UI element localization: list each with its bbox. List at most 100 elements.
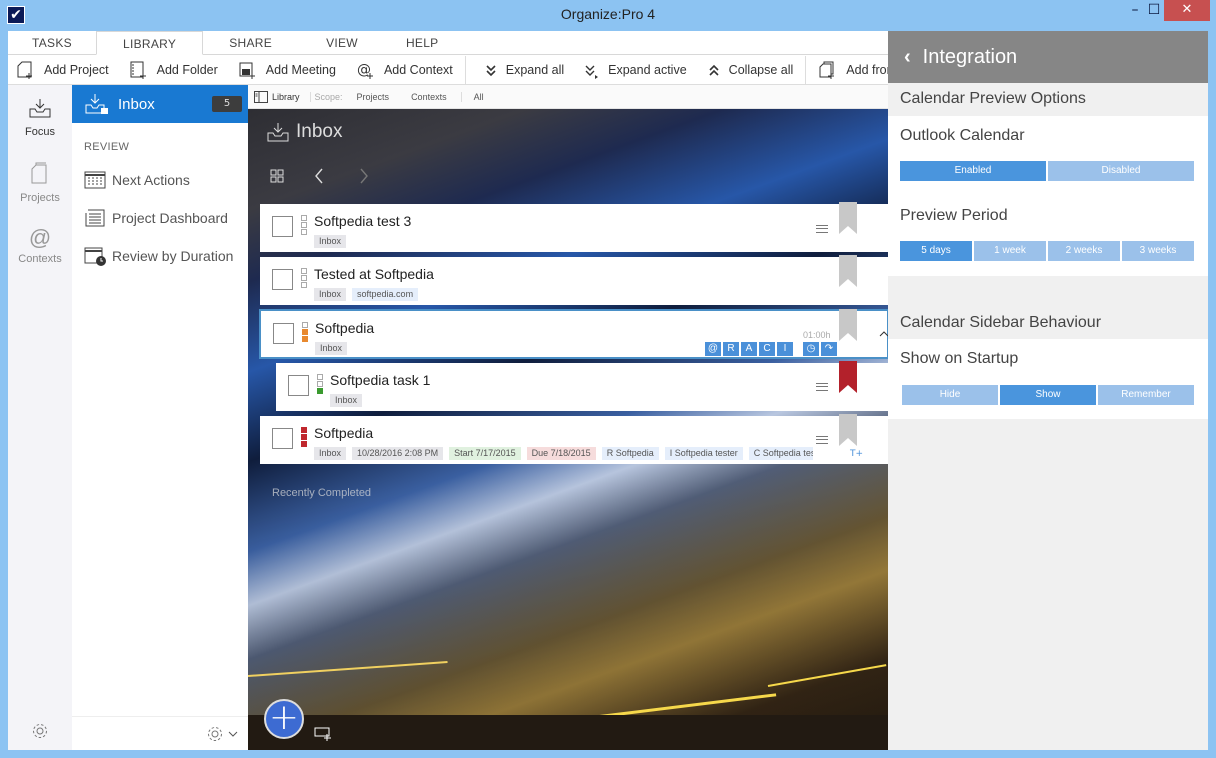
calendar-sidebar-heading: Calendar Sidebar Behaviour (900, 314, 1102, 331)
add-tag-icon[interactable]: T+ (850, 449, 863, 459)
task-checkbox[interactable] (272, 428, 293, 449)
recently-completed-label[interactable]: Recently Completed (272, 487, 371, 499)
settings-gear-icon[interactable] (31, 722, 49, 740)
scope-contexts[interactable]: Contexts (411, 92, 447, 102)
review-by-duration-label: Review by Duration (112, 248, 234, 264)
expand-all-icon (486, 65, 496, 77)
tab-help[interactable]: HELP (386, 31, 459, 55)
tab-library[interactable]: LIBRARY (95, 31, 204, 55)
tag-start-date: Start 7/17/2015 (449, 447, 521, 460)
priority-indicator[interactable] (301, 215, 307, 236)
rail-item-projects[interactable]: Projects (8, 161, 72, 204)
chevron-down-icon[interactable] (228, 730, 238, 738)
add-project-button[interactable]: Add Project (8, 56, 121, 85)
task-row[interactable]: Tested at Softpedia Inbox softpedia.com (260, 257, 888, 305)
outlook-disabled-option[interactable]: Disabled (1048, 161, 1194, 181)
sidebar-settings-gear-icon[interactable] (206, 725, 224, 743)
close-button[interactable]: ✕ (1164, 0, 1210, 21)
raci-buttons: @ R A C I ◷ ↷ (704, 341, 838, 357)
sidebar-item-next-actions[interactable]: Next Actions (84, 170, 190, 190)
repeat-button[interactable]: ↷ (820, 341, 838, 357)
ribbon: TASKS LIBRARY SHARE VIEW HELP Add Projec… (8, 31, 913, 85)
tag-inbox: Inbox (315, 342, 348, 355)
task-title: Softpedia task 1 (330, 372, 431, 388)
add-folder-button[interactable]: Add Folder (121, 56, 230, 85)
period-2-weeks-option[interactable]: 2 weeks (1048, 241, 1120, 261)
notes-icon[interactable] (816, 225, 828, 233)
startup-show-option[interactable]: Show (1000, 385, 1096, 405)
task-checkbox[interactable] (272, 216, 293, 237)
add-context-label: Add Context (383, 63, 453, 77)
collapse-all-icon (709, 64, 719, 76)
chevron-right-icon[interactable] (359, 168, 369, 184)
add-project-label: Add Project (44, 63, 109, 77)
rail-item-focus[interactable]: Focus (8, 97, 72, 138)
tag-inbox: Inbox (314, 235, 347, 248)
tab-view[interactable]: VIEW (298, 31, 386, 55)
integration-title: Integration (922, 45, 1018, 68)
outlook-enabled-option[interactable]: Enabled (900, 161, 1046, 181)
add-window-icon[interactable] (314, 727, 332, 741)
bookmark-icon[interactable] (839, 202, 857, 234)
period-5-days-option[interactable]: 5 days (900, 241, 972, 261)
task-title: Softpedia (314, 425, 374, 441)
raci-responsible-button[interactable]: R (722, 341, 740, 357)
period-1-week-option[interactable]: 1 week (974, 241, 1046, 261)
bookmark-icon[interactable] (839, 414, 857, 446)
priority-indicator[interactable] (317, 374, 323, 395)
task-checkbox[interactable] (273, 323, 294, 344)
bookmark-icon[interactable] (839, 255, 857, 287)
priority-indicator[interactable] (301, 427, 307, 448)
scope-projects[interactable]: Projects (357, 92, 390, 102)
collapse-all-button[interactable]: Collapse all (699, 55, 807, 85)
period-3-weeks-option[interactable]: 3 weeks (1122, 241, 1194, 261)
title-bar: ✔ Organize:Pro 4 – ☐ ✕ (0, 0, 1216, 31)
raci-accountable-button[interactable]: A (740, 341, 758, 357)
reminder-clock-button[interactable]: ◷ (802, 341, 820, 357)
tag-created-date: 10/28/2016 2:08 PM (352, 447, 444, 460)
rail-label-projects: Projects (20, 192, 60, 204)
add-task-fab[interactable]: + (264, 699, 304, 739)
scope-all[interactable]: All (460, 91, 484, 102)
calendar-preview-options: Outlook Calendar Enabled Disabled Previe… (888, 116, 1208, 276)
bookmark-icon[interactable] (839, 309, 857, 341)
startup-remember-option[interactable]: Remember (1098, 385, 1194, 405)
library-label[interactable]: Library (272, 92, 300, 102)
bookmark-active-icon[interactable] (839, 361, 857, 393)
task-row[interactable]: Softpedia task 1 Inbox (276, 363, 888, 411)
priority-indicator[interactable] (301, 268, 307, 289)
raci-consulted-button[interactable]: C (758, 341, 776, 357)
tab-share[interactable]: SHARE (203, 31, 298, 55)
tab-tasks[interactable]: TASKS (8, 31, 96, 55)
library-panel-icon[interactable] (254, 90, 268, 103)
task-row[interactable]: Softpedia Inbox 10/28/2016 2:08 PM Start… (260, 416, 888, 464)
sidebar-item-project-dashboard[interactable]: Project Dashboard (84, 208, 228, 228)
rail-label-contexts: Contexts (18, 253, 62, 265)
ribbon-tabs: TASKS LIBRARY SHARE VIEW HELP (8, 31, 888, 55)
collapse-chevron-up-icon[interactable] (879, 330, 888, 337)
task-checkbox[interactable] (288, 375, 309, 396)
sidebar-item-inbox[interactable]: Inbox 5 (72, 85, 248, 123)
task-row[interactable]: Softpedia test 3 Inbox (260, 204, 888, 252)
priority-indicator[interactable] (302, 322, 308, 343)
ribbon-toolbar: Add Project Add Folder Add Meeting @ Add… (8, 55, 913, 85)
add-meeting-button[interactable]: Add Meeting (230, 56, 348, 85)
grid-view-icon[interactable] (270, 169, 284, 183)
project-dashboard-label: Project Dashboard (112, 210, 228, 226)
raci-informed-button[interactable]: I (776, 341, 794, 357)
startup-hide-option[interactable]: Hide (902, 385, 998, 405)
add-context-button[interactable]: @ Add Context (348, 55, 466, 85)
add-meeting-icon (239, 62, 255, 79)
chevron-left-icon[interactable] (314, 168, 324, 184)
task-checkbox[interactable] (272, 269, 293, 290)
expand-active-button[interactable]: Expand active (576, 56, 699, 85)
sidebar-item-review-by-duration[interactable]: Review by Duration (84, 246, 233, 266)
outlook-calendar-toggle: Enabled Disabled (900, 161, 1196, 181)
back-chevron-icon[interactable]: ‹ (904, 46, 911, 69)
notes-icon[interactable] (816, 383, 828, 391)
add-meeting-label: Add Meeting (265, 63, 336, 77)
expand-all-button[interactable]: Expand all (466, 56, 576, 85)
rail-item-contexts[interactable]: @ Contexts (8, 225, 72, 265)
notes-icon[interactable] (816, 436, 828, 444)
raci-context-button[interactable]: @ (704, 341, 722, 357)
